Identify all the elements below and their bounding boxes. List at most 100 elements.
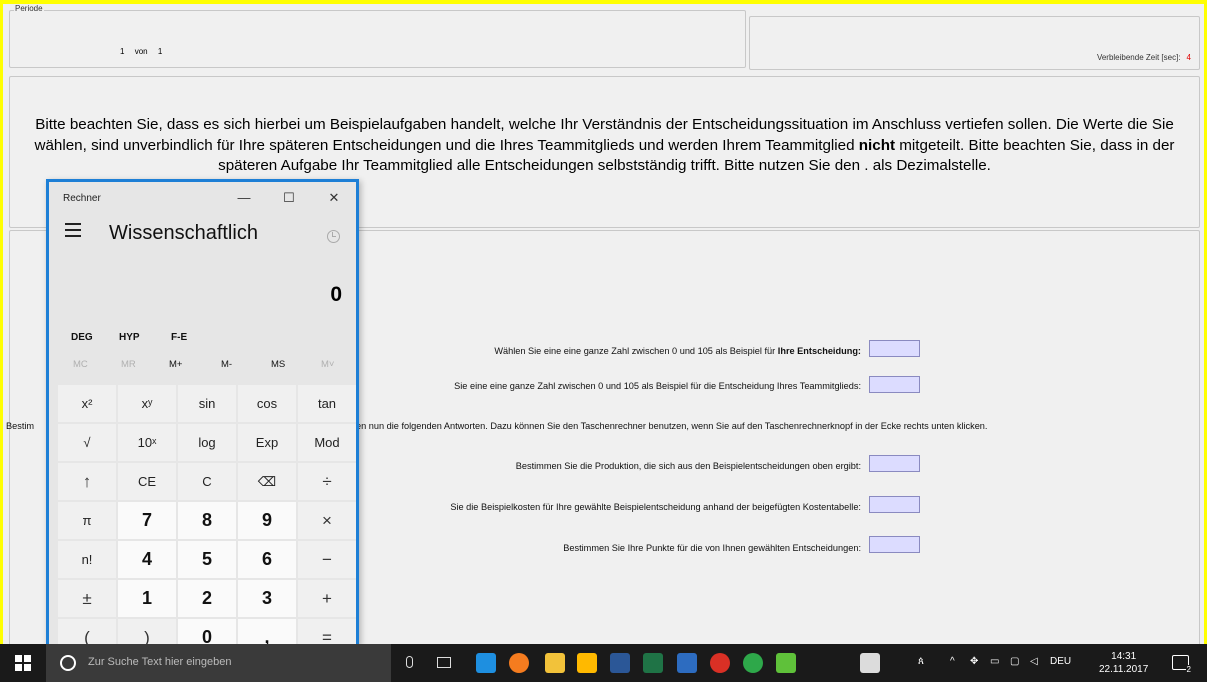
notification-center-icon[interactable]: 2 (1172, 655, 1192, 674)
key-square[interactable]: x² (58, 385, 116, 422)
calculator-display: 0 (330, 283, 342, 306)
key-2[interactable]: 2 (178, 580, 236, 617)
key-mod[interactable]: Mod (298, 424, 356, 461)
key-power[interactable]: xʸ (118, 385, 176, 422)
windows-start-icon[interactable] (0, 644, 46, 682)
periode-sep: von (134, 47, 148, 56)
task-view-icon[interactable] (437, 657, 451, 668)
clock-date: 22.11.2017 (1099, 664, 1149, 675)
close-button[interactable]: ✕ (319, 187, 349, 209)
instructions-text: Bitte beachten Sie, dass es sich hierbei… (12, 115, 1197, 177)
taskbar-clock[interactable]: 14:31 22.11.2017 (1099, 650, 1148, 676)
microphone-icon[interactable] (406, 656, 413, 668)
explorer-icon[interactable] (545, 653, 565, 673)
key-negate[interactable]: ± (58, 580, 116, 617)
key-3[interactable]: 3 (238, 580, 296, 617)
hyp-button[interactable]: HYP (119, 332, 140, 343)
key-4[interactable]: 4 (118, 541, 176, 578)
production-input[interactable] (869, 455, 920, 472)
m-list-button[interactable]: M˅ (321, 359, 334, 370)
key-tan[interactable]: tan (298, 385, 356, 422)
key-8[interactable]: 8 (178, 502, 236, 539)
question-points: Bestimmen Sie Ihre Punkte für die von Ih… (563, 543, 861, 553)
deg-button[interactable]: DEG (71, 332, 93, 343)
network-icon[interactable]: ▢ (1010, 656, 1019, 667)
instructions-bold: nicht (858, 136, 896, 154)
leaf-app-icon[interactable] (776, 653, 796, 673)
periode-legend: Periode (14, 4, 44, 13)
calculator-titlebar[interactable]: Rechner — ☐ ✕ (49, 182, 356, 214)
key-sqrt[interactable]: √ (58, 424, 116, 461)
mr-button[interactable]: MR (121, 359, 136, 370)
key-1[interactable]: 1 (118, 580, 176, 617)
key-divide[interactable]: ÷ (298, 463, 356, 500)
notification-count: 2 (1185, 665, 1192, 674)
mc-button[interactable]: MC (73, 359, 88, 370)
fe-button[interactable]: F-E (171, 332, 187, 343)
calculator-icon[interactable] (860, 653, 880, 673)
key-cos[interactable]: cos (238, 385, 296, 422)
key-log[interactable]: log (178, 424, 236, 461)
key-shift[interactable]: ↑ (58, 463, 116, 500)
own-decision-input[interactable] (869, 340, 920, 357)
periode-counter: 1 von 1 (120, 47, 170, 56)
history-icon[interactable] (327, 230, 340, 243)
firefox-icon[interactable] (509, 653, 529, 673)
tray-app-icon[interactable]: ✥ (970, 656, 978, 667)
key-c[interactable]: C (178, 463, 236, 500)
key-exp[interactable]: Exp (238, 424, 296, 461)
periode-total: 1 (157, 47, 163, 56)
ms-button[interactable]: MS (271, 359, 285, 370)
calculator-title: Rechner (63, 193, 101, 204)
language-indicator[interactable]: DEU (1050, 656, 1071, 667)
store-icon[interactable] (577, 653, 597, 673)
green-app-icon[interactable] (743, 653, 763, 673)
key-minus[interactable]: − (298, 541, 356, 578)
periode-current: 1 (120, 47, 125, 56)
remaining-time: Verbleibende Zeit [sec]: 4 (1097, 53, 1191, 62)
edge-icon[interactable] (476, 653, 496, 673)
key-multiply[interactable]: × (298, 502, 356, 539)
volume-icon[interactable]: ◁ (1030, 656, 1038, 667)
question-costs: Sie die Beispielkosten für Ihre gewählte… (450, 502, 861, 512)
key-ce[interactable]: CE (118, 463, 176, 500)
remaining-time-value: 4 (1186, 53, 1191, 62)
q1-text: Wählen Sie eine eine ganze Zahl zwischen… (494, 346, 778, 356)
key-6[interactable]: 6 (238, 541, 296, 578)
key-sin[interactable]: sin (178, 385, 236, 422)
backspace-icon[interactable]: ⌫ (238, 463, 296, 500)
m-minus-button[interactable]: M- (221, 359, 232, 370)
people-icon[interactable]: ጰ (918, 656, 924, 667)
clock-time: 14:31 (1111, 651, 1137, 662)
question-intro: en nun die folgenden Antworten. Dazu kön… (356, 421, 988, 431)
calculator-mode: Wissenschaftlich (109, 222, 258, 244)
hamburger-menu-icon[interactable] (65, 223, 81, 237)
key-9[interactable]: 9 (238, 502, 296, 539)
costs-input[interactable] (869, 496, 920, 513)
periode-panel: Periode 1 von 1 (9, 4, 746, 68)
points-input[interactable] (869, 536, 920, 553)
maximize-button[interactable]: ☐ (274, 187, 304, 209)
battery-icon[interactable]: ▭ (990, 656, 999, 667)
cortana-icon (60, 655, 76, 671)
question-team-decision: Sie eine eine ganze Zahl zwischen 0 und … (454, 381, 861, 391)
key-7[interactable]: 7 (118, 502, 176, 539)
team-decision-input[interactable] (869, 376, 920, 393)
excel-icon[interactable] (643, 653, 663, 673)
key-ten-power[interactable]: 10ˣ (118, 424, 176, 461)
chevron-up-icon[interactable]: ^ (950, 656, 955, 667)
minimize-button[interactable]: — (229, 187, 259, 209)
remaining-time-label: Verbleibende Zeit [sec]: (1096, 53, 1181, 62)
key-plus[interactable]: + (298, 580, 356, 617)
key-5[interactable]: 5 (178, 541, 236, 578)
time-panel: Verbleibende Zeit [sec]: 4 (749, 16, 1200, 70)
key-pi[interactable]: π (58, 502, 116, 539)
powershell-icon[interactable] (677, 653, 697, 673)
key-factorial[interactable]: n! (58, 541, 116, 578)
m-plus-button[interactable]: M+ (169, 359, 182, 370)
calculator-keypad: x² xʸ sin cos tan √ 10ˣ log Exp Mod ↑ CE… (58, 385, 356, 656)
taskbar: Zur Suche Text hier eingeben ጰ ^ ✥ ▭ ▢ ◁… (0, 644, 1207, 682)
taskbar-search[interactable]: Zur Suche Text hier eingeben (46, 644, 391, 682)
chrome-icon[interactable] (710, 653, 730, 673)
word-icon[interactable] (610, 653, 630, 673)
